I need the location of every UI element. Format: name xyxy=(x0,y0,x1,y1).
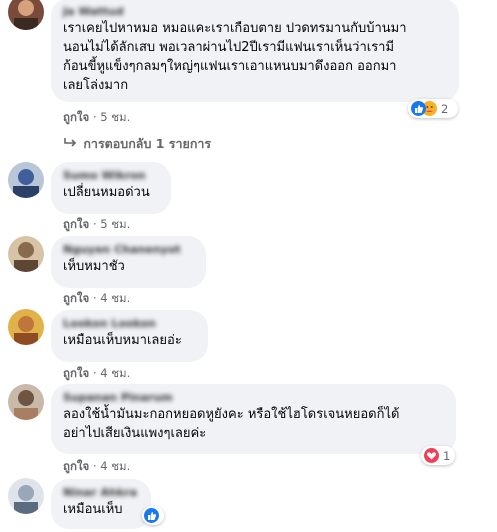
avatar-image xyxy=(8,236,44,272)
like-reaction-icon xyxy=(411,101,426,116)
comment-author-name[interactable]: Supanan Pinarum xyxy=(63,391,444,405)
comment-meta: ถูกใจ · 4 ชม. xyxy=(63,365,130,383)
comment-bubble: Supanan Pinarum ลองใช้น้ำมันมะกอกหยอดหูย… xyxy=(51,384,456,454)
comment-author-name[interactable]: Sumo Wikron xyxy=(63,169,159,183)
reaction-summary[interactable]: 2 xyxy=(408,99,458,118)
comment-author-name[interactable]: Lookon Lookon xyxy=(63,317,196,331)
comment-bubble: Sumo Wikron เปลี่ยนหมอด่วน xyxy=(51,162,171,214)
love-reaction-icon xyxy=(424,448,439,463)
avatar-image xyxy=(8,384,44,420)
like-link[interactable]: ถูกใจ xyxy=(63,110,89,124)
avatar[interactable] xyxy=(8,0,44,30)
comment-text: เหมือนเห็บหมาเลยอ่ะ xyxy=(63,333,182,348)
comment-time[interactable]: 5 ชม. xyxy=(100,217,130,231)
comment-text: เปลี่ยนหมอด่วน xyxy=(63,185,150,200)
comment-meta: ถูกใจ · 4 ชม. xyxy=(63,458,130,476)
comment-text: ลองใช้น้ำมันมะกอกหยอดหูยังคะ หรือใช้ไฮโด… xyxy=(63,407,400,441)
reaction-summary[interactable] xyxy=(142,506,164,525)
comment-time[interactable]: 5 ชม. xyxy=(100,110,130,124)
reply-arrow-icon xyxy=(64,138,77,147)
reaction-summary[interactable]: 1 xyxy=(421,446,455,465)
reaction-count: 2 xyxy=(441,101,449,116)
avatar-image xyxy=(8,162,44,198)
comment-text: เหมือนเห็บ xyxy=(63,502,123,517)
avatar-image xyxy=(8,0,44,30)
comment-meta: ถูกใจ · 5 ชม. xyxy=(63,109,130,127)
like-reaction-icon xyxy=(144,508,159,523)
comment-author-name[interactable]: Ninar Ahkra xyxy=(63,486,139,500)
meta-separator: · xyxy=(92,366,97,380)
view-replies-label: การตอบกลับ 1 รายการ xyxy=(83,136,212,151)
comment-bubble: Ninar Ahkra เหมือนเห็บ xyxy=(51,479,151,529)
like-link[interactable]: ถูกใจ xyxy=(63,217,89,231)
comment-time[interactable]: 4 ชม. xyxy=(100,291,130,305)
avatar-image xyxy=(8,309,44,345)
avatar[interactable] xyxy=(8,236,44,272)
comment-time[interactable]: 4 ชม. xyxy=(100,459,130,473)
avatar[interactable] xyxy=(8,309,44,345)
like-link[interactable]: ถูกใจ xyxy=(63,291,89,305)
meta-separator: · xyxy=(92,110,97,124)
comment-text: เห็บหมาชัว xyxy=(63,259,125,274)
like-link[interactable]: ถูกใจ xyxy=(63,459,89,473)
meta-separator: · xyxy=(92,291,97,305)
reaction-count: 1 xyxy=(443,448,451,463)
comment-meta: ถูกใจ · 4 ชม. xyxy=(63,290,130,308)
comment-author-name[interactable]: Ja Wattud xyxy=(63,5,447,19)
avatar[interactable] xyxy=(8,384,44,420)
comment-bubble: Lookon Lookon เหมือนเห็บหมาเลยอ่ะ xyxy=(51,310,208,362)
like-link[interactable]: ถูกใจ xyxy=(63,366,89,380)
comment-bubble: Nguyen Chanenyot เห็บหมาชัว xyxy=(51,236,206,288)
comment-bubble: Ja Wattud เราเคยไปหาหมอ หมอแคะเราเกือบตา… xyxy=(51,0,459,102)
comment-author-name[interactable]: Nguyen Chanenyot xyxy=(63,243,194,257)
avatar[interactable] xyxy=(8,162,44,198)
comment-meta: ถูกใจ · 5 ชม. xyxy=(63,216,130,234)
avatar-image xyxy=(8,478,44,514)
avatar[interactable] xyxy=(8,478,44,514)
meta-separator: · xyxy=(92,459,97,473)
comment-time[interactable]: 4 ชม. xyxy=(100,366,130,380)
meta-separator: · xyxy=(92,217,97,231)
comment-text: เราเคยไปหาหมอ หมอแคะเราเกือบตาย ปวดทรมาน… xyxy=(63,21,407,93)
view-replies-link[interactable]: การตอบกลับ 1 รายการ xyxy=(63,134,211,154)
